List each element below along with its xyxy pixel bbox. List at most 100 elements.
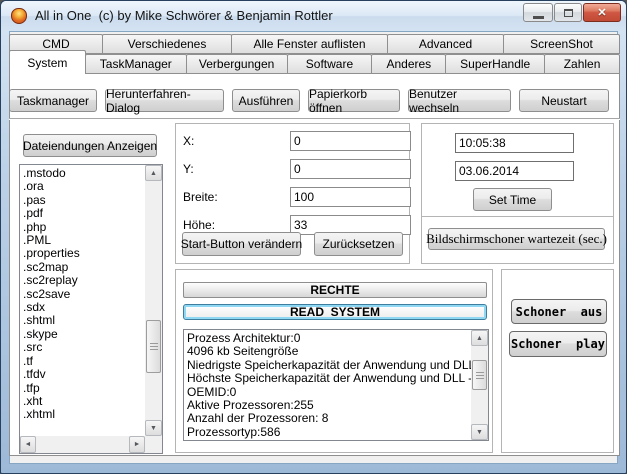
system-info-line: Aktive Prozessoren:255 [187, 399, 488, 412]
system-info-line: Prozess Architektur:0 [187, 332, 488, 345]
extension-item[interactable]: .shtml [23, 314, 145, 327]
scroll-up-icon[interactable]: ▲ [145, 165, 162, 181]
tab-item[interactable]: Software [287, 54, 373, 74]
scroll-up-icon[interactable]: ▲ [471, 330, 488, 346]
toolbar-button[interactable]: Benutzer wechseln [408, 89, 511, 112]
extension-item[interactable]: .properties [23, 247, 145, 260]
close-icon: ✕ [597, 6, 606, 19]
vertical-scrollbar[interactable]: ▲ ▼ [471, 330, 488, 440]
time-input[interactable] [455, 133, 574, 153]
extensions-listbox[interactable]: .mstodo.ora.pas.pdf.php.PML.properties.s… [19, 164, 163, 454]
geometry-input[interactable] [290, 131, 411, 151]
tab-item[interactable]: Verschiedenes [102, 34, 232, 54]
system-info-line: OEMID:0 [187, 386, 488, 399]
system-info-line: 64kb Virtueller Speicher [187, 439, 488, 441]
tab-item[interactable]: Zahlen [544, 54, 620, 74]
geometry-label: X: [183, 134, 194, 148]
minimize-button[interactable] [523, 3, 553, 22]
scroll-left-icon[interactable]: ◄ [20, 436, 36, 453]
extension-item[interactable]: .xhtml [23, 408, 145, 421]
extension-item[interactable]: .tf [23, 355, 145, 368]
rights-button[interactable]: RECHTE [183, 282, 487, 298]
tab-item[interactable]: Advanced [387, 34, 504, 54]
app-crest-icon [11, 8, 27, 24]
extension-item[interactable]: .src [23, 341, 145, 354]
startbutton-geometry-group: X: Y: Breite: Höhe: Start-Button verände… [175, 123, 410, 264]
extension-item[interactable]: .ora [23, 180, 145, 193]
caption-buttons: ✕ [523, 3, 621, 22]
system-info-line: Anzahl der Prozessoren: 8 [187, 412, 488, 425]
scroll-right-icon[interactable]: ► [129, 436, 145, 453]
read-system-button[interactable]: READ SYSTEM [183, 304, 487, 320]
toolbar-button[interactable]: Herunterfahren-Dialog [105, 89, 224, 112]
extension-item[interactable]: .skype [23, 328, 145, 341]
screensaver-play-button[interactable]: Schoner play [509, 331, 607, 357]
maximize-button[interactable] [554, 3, 582, 22]
scrollbar-corner [145, 436, 162, 453]
scrollbar-grip-icon [150, 343, 158, 350]
window-title: All in One (c) by Mike Schwörer & Benjam… [35, 1, 333, 31]
extension-item[interactable]: .sdx [23, 301, 145, 314]
geometry-input[interactable] [290, 159, 411, 179]
extension-item[interactable]: .tfdv [23, 368, 145, 381]
extension-item[interactable]: .mstodo [23, 167, 145, 180]
show-extensions-button[interactable]: Dateiendungen Anzeigen [23, 134, 157, 157]
geometry-row: Breite: [183, 187, 403, 207]
reset-button[interactable]: Zurücksetzen [314, 232, 403, 256]
clock-group: Set Time Bildschirmschoner wartezeit (se… [421, 123, 614, 264]
extensions-list: .mstodo.ora.pas.pdf.php.PML.properties.s… [20, 167, 145, 422]
scrollbar-thumb[interactable] [146, 320, 161, 373]
geometry-input[interactable] [290, 187, 411, 207]
date-input[interactable] [455, 161, 574, 181]
scroll-down-icon[interactable]: ▼ [145, 420, 162, 436]
tab-item[interactable]: System [9, 50, 86, 74]
extension-item[interactable]: .php [23, 221, 145, 234]
scroll-down-icon[interactable]: ▼ [471, 424, 488, 440]
set-time-button[interactable]: Set Time [473, 188, 552, 211]
tab-item[interactable]: Verbergungen [186, 54, 288, 74]
extension-item[interactable]: .xht [23, 395, 145, 408]
extension-item[interactable]: .PML [23, 234, 145, 247]
tab-item[interactable]: Alle Fenster auflisten [231, 34, 388, 54]
system-info-line: 4096 kb Seitengröße [187, 345, 488, 358]
extension-item[interactable]: .tfp [23, 382, 145, 395]
tab-row-2: SystemTaskManagerVerbergungenSoftwareAnd… [9, 54, 620, 74]
toolbar: Taskmanager Herunterfahren-Dialog Ausführe… [9, 89, 620, 112]
system-info-textarea[interactable]: Prozess Architektur:04096 kb Seitengröße… [183, 329, 489, 441]
extension-item[interactable]: .sc2replay [23, 274, 145, 287]
separator [9, 118, 620, 120]
change-startbutton-button[interactable]: Start-Button verändern [182, 232, 301, 256]
system-info-line: Niedrigste Speicherkapazität der Anwendu… [187, 359, 488, 372]
system-info-lines: Prozess Architektur:04096 kb Seitengröße… [187, 332, 488, 441]
extension-item[interactable]: .sc2save [23, 288, 145, 301]
toolbar-button[interactable]: Neustart [519, 89, 609, 112]
close-button[interactable]: ✕ [583, 3, 621, 22]
titlebar[interactable]: All in One (c) by Mike Schwörer & Benjam… [1, 1, 626, 31]
extension-item[interactable]: .sc2map [23, 261, 145, 274]
geometry-label: Breite: [183, 190, 218, 204]
scrollbar-grip-icon [476, 372, 484, 379]
toolbar-button[interactable]: Papierkorb öffnen [308, 89, 400, 112]
maximize-icon [564, 9, 573, 17]
separator [422, 216, 613, 217]
tab-item[interactable]: SuperHandle [445, 54, 545, 74]
system-info-line: Höchste Speicherkapazität der Anwendung … [187, 372, 488, 385]
system-info-line: Prozessortyp:586 [187, 426, 488, 439]
vertical-scrollbar[interactable]: ▲ ▼ [145, 165, 162, 436]
horizontal-scrollbar[interactable]: ◄ ► [20, 436, 145, 453]
tab-item[interactable]: Anderes [371, 54, 446, 74]
tab-row-1: CMDVerschiedenesAlle Fenster auflistenAd… [9, 34, 620, 54]
extension-item[interactable]: .pas [23, 194, 145, 207]
app-window: All in One (c) by Mike Schwörer & Benjam… [0, 0, 627, 474]
toolbar-button[interactable]: Ausführen [232, 89, 300, 112]
tab-item[interactable]: TaskManager [85, 54, 187, 74]
screensaver-wait-button[interactable]: Bildschirmschoner wartezeit (sec.) [428, 228, 605, 250]
extension-item[interactable]: .pdf [23, 207, 145, 220]
screensaver-off-button[interactable]: Schoner aus [511, 299, 607, 324]
scrollbar-thumb[interactable] [472, 360, 487, 390]
geometry-row: X: [183, 131, 403, 151]
toolbar-button[interactable]: Taskmanager [9, 89, 97, 112]
geometry-row: Y: [183, 159, 403, 179]
minimize-icon [533, 16, 544, 19]
tab-item[interactable]: ScreenShot [503, 34, 620, 54]
